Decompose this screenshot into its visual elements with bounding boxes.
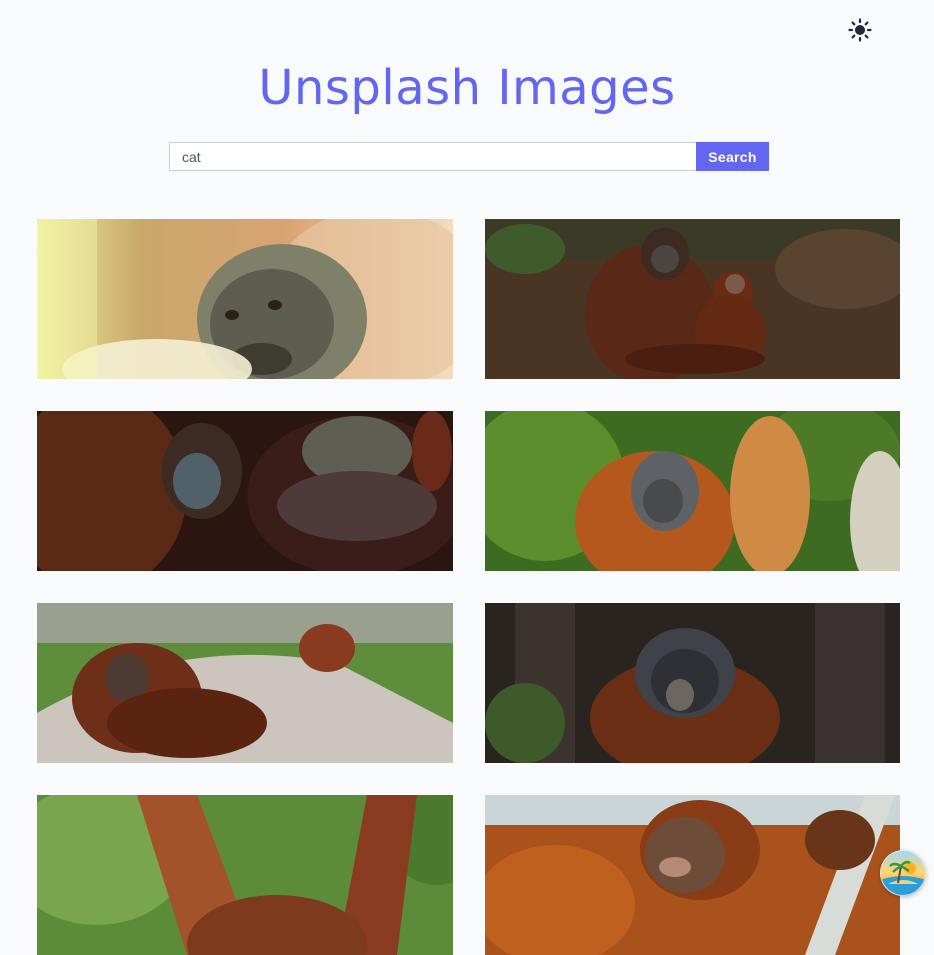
image-card[interactable] (37, 219, 453, 379)
image-grid (37, 219, 900, 955)
image-card[interactable] (485, 411, 900, 571)
island-sunset-icon (880, 850, 926, 896)
search-input[interactable] (169, 142, 696, 171)
image-orangutan-holding-rope (485, 795, 900, 955)
image-orangutan-mother-and-baby (485, 219, 900, 379)
image-card[interactable] (485, 795, 900, 955)
image-card[interactable] (485, 603, 900, 763)
theme-toggle-button[interactable] (846, 16, 874, 44)
image-orangutan-mother-and-baby-closeup (37, 411, 453, 571)
sun-icon (848, 18, 872, 42)
image-card[interactable] (37, 795, 453, 955)
image-card[interactable] (37, 603, 453, 763)
image-orangutan-flanged-male (485, 603, 900, 763)
page-title: Unsplash Images (258, 60, 676, 116)
image-card[interactable] (485, 219, 900, 379)
image-orangutan-scratching-head (485, 411, 900, 571)
search-button[interactable]: Search (696, 142, 769, 171)
image-card[interactable] (37, 411, 453, 571)
image-orangutan-resting-on-rock (37, 603, 453, 763)
floating-action-button[interactable] (880, 850, 926, 896)
image-orangutan-face-closeup (37, 219, 453, 379)
image-orangutan-arms-raised (37, 795, 453, 955)
